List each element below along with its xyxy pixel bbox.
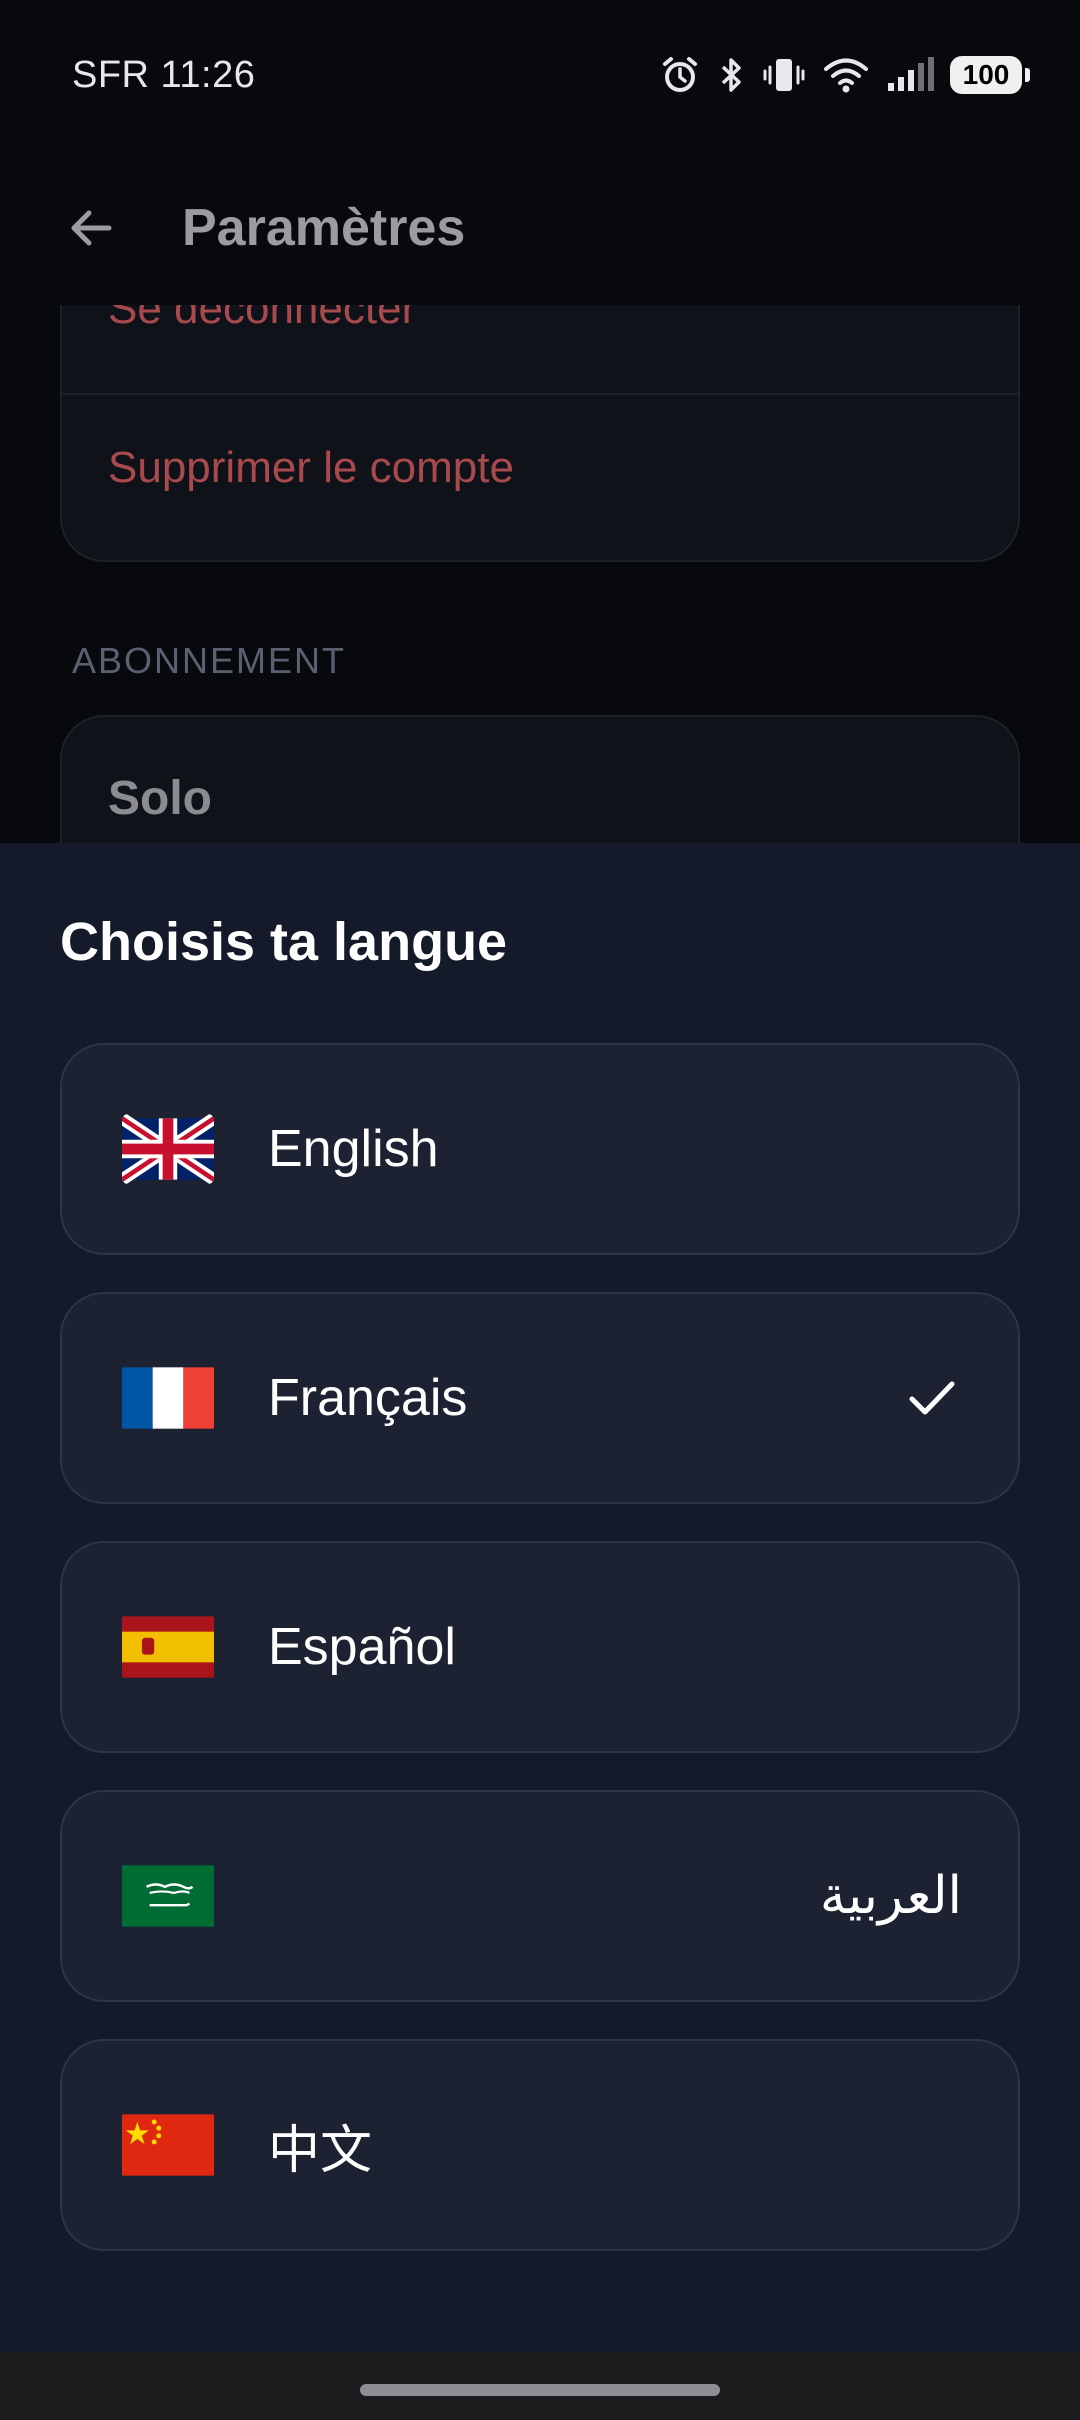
battery-level: 100 <box>950 56 1022 94</box>
subscription-section-label: ABONNEMENT <box>72 640 347 681</box>
signal-icon <box>886 55 934 95</box>
uk-flag-icon <box>122 1114 214 1184</box>
navigation-bar <box>0 2352 1080 2420</box>
status-bar: SFR 11:26 100 <box>0 0 1080 150</box>
vibrate-icon <box>762 55 806 95</box>
screen: SFR 11:26 100 Se déconnecter Supprimer l… <box>0 0 1080 2420</box>
back-button[interactable] <box>46 183 136 273</box>
alarm-icon <box>660 55 700 95</box>
spain-flag-icon <box>122 1616 214 1678</box>
home-indicator[interactable] <box>360 2384 720 2396</box>
sheet-title: Choisis ta langue <box>60 912 508 972</box>
language-label: العربية <box>819 1867 962 1925</box>
language-label: 中文 <box>268 2121 373 2180</box>
page-title: Paramètres <box>182 198 466 257</box>
delete-account-item[interactable]: Supprimer le compte <box>62 393 1018 540</box>
subscription-plan: Solo <box>108 772 212 825</box>
arrow-left-icon <box>71 210 112 245</box>
wifi-icon <box>822 55 870 95</box>
france-flag-icon <box>122 1367 214 1429</box>
china-flag-icon <box>122 2114 214 2176</box>
language-label: English <box>268 1120 439 1178</box>
language-option-english[interactable]: English <box>60 1043 1020 1255</box>
status-icons: 100 <box>660 55 1030 95</box>
language-option-spanish[interactable]: Español <box>60 1541 1020 1753</box>
language-option-chinese[interactable]: 中文 <box>60 2039 1020 2251</box>
language-label: Français <box>268 1369 468 1427</box>
language-option-arabic[interactable]: العربية <box>60 1790 1020 2002</box>
language-label: Español <box>268 1618 456 1676</box>
language-bottom-sheet: Choisis ta langue English Français Españ… <box>0 843 1080 2352</box>
saudi-arabia-flag-icon <box>122 1865 214 1927</box>
carrier-time: SFR 11:26 <box>72 53 256 96</box>
bluetooth-icon <box>716 55 746 95</box>
check-icon <box>902 1368 962 1428</box>
language-option-french[interactable]: Français <box>60 1292 1020 1504</box>
battery-icon: 100 <box>950 56 1030 94</box>
app-bar-overlay: Paramètres <box>0 150 1080 305</box>
